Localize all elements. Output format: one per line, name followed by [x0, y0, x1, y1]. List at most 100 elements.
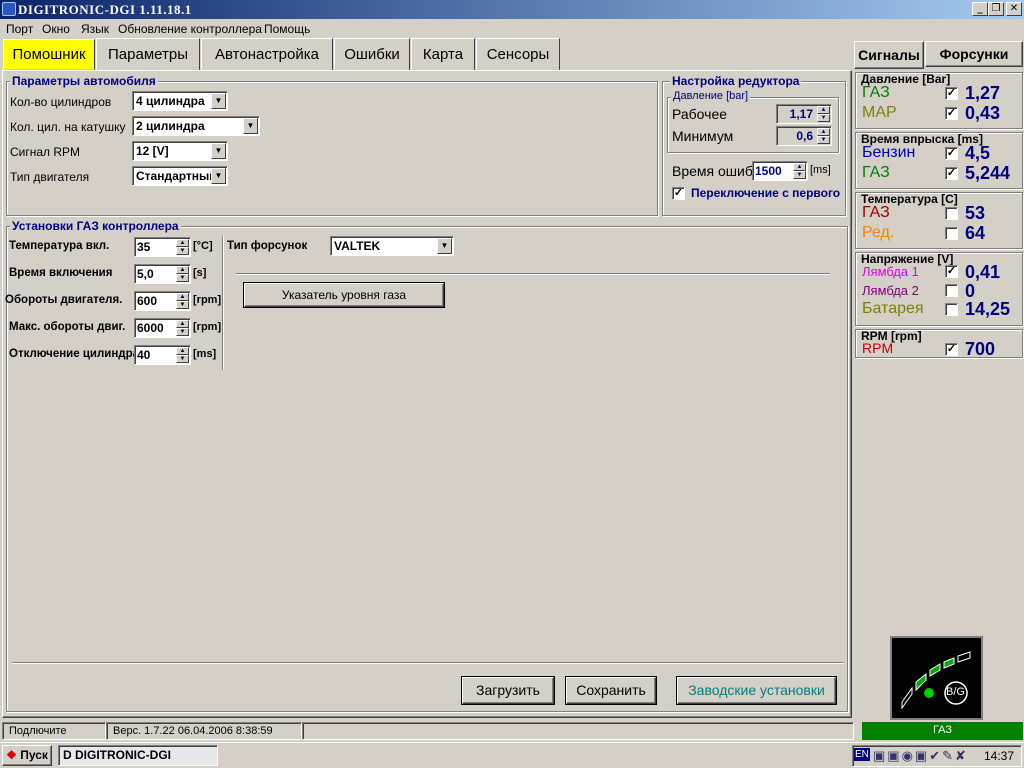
signal-gas-injection-checkbox[interactable]: ✓	[945, 167, 958, 180]
min-pressure-value: 0,6	[796, 129, 813, 143]
signal-map-name: MAP	[862, 104, 897, 121]
language-indicator[interactable]: EN	[854, 748, 870, 761]
temp-on-spin[interactable]: 35 ▲ ▼	[134, 237, 191, 257]
spin-down-icon[interactable]: ▼	[817, 136, 830, 144]
gas-level-indicator-button[interactable]: Указатель уровня газа	[244, 283, 444, 307]
menu-port[interactable]: Порт	[6, 22, 33, 36]
signal-map-checkbox[interactable]: ✓	[945, 107, 958, 120]
start-button[interactable]: ❖ Пуск	[2, 745, 52, 766]
working-pressure-spin[interactable]: 1,17 ▲ ▼	[776, 104, 832, 124]
temp-on-value: 35	[137, 240, 151, 254]
tab-sensors[interactable]: Сенсоры	[476, 38, 560, 71]
tab-assistant[interactable]: Помошник	[3, 39, 95, 70]
cylinders-combo[interactable]: 4 цилиндра ▼	[132, 91, 228, 111]
cyl-cutoff-spin[interactable]: 40 ▲ ▼	[134, 345, 191, 365]
tab-map[interactable]: Карта	[411, 38, 475, 71]
max-rpm-spin[interactable]: 6000 ▲ ▼	[134, 318, 191, 338]
injector-type-combo[interactable]: VALTEK ▼	[330, 236, 454, 256]
pressure-subtitle: Давление [bar]	[671, 90, 751, 102]
rpm-signal-value: 12 [V]	[136, 144, 169, 158]
engine-rpm-label: Обороты двигателя.	[5, 294, 123, 306]
car-params-title: Параметры автомобиля	[10, 74, 158, 88]
spin-up-icon[interactable]: ▲	[176, 239, 189, 247]
coil-cylinders-label: Кол. цил. на катушку	[10, 120, 126, 134]
signal-reducer-temp-value: 64	[965, 223, 986, 243]
spin-down-icon[interactable]: ▼	[176, 355, 189, 363]
spin-down-icon[interactable]: ▼	[176, 274, 189, 282]
menu-help[interactable]: Помощь	[264, 22, 310, 36]
chevron-down-icon[interactable]: ▼	[211, 143, 226, 159]
chevron-down-icon[interactable]: ▼	[211, 93, 226, 109]
signal-lambda1-value: 0,41	[965, 262, 1001, 282]
chevron-down-icon[interactable]: ▼	[437, 238, 452, 254]
gas-controller-title: Установки ГАЗ контроллера	[10, 219, 181, 233]
chevron-down-icon[interactable]: ▼	[243, 118, 258, 134]
rpm-signal-combo[interactable]: 12 [V] ▼	[132, 141, 228, 161]
error-time-spin[interactable]: 1500 ▲ ▼	[752, 161, 808, 181]
tab-errors[interactable]: Ошибки	[334, 38, 410, 71]
spin-up-icon[interactable]: ▲	[176, 266, 189, 274]
switch-first-label: Переключение с первого	[691, 186, 841, 200]
restore-button[interactable]: ❐	[988, 2, 1004, 16]
spin-up-icon[interactable]: ▲	[793, 163, 806, 171]
signal-lambda2-checkbox[interactable]	[945, 284, 958, 297]
close-button[interactable]: ✕	[1006, 2, 1022, 16]
spin-up-icon[interactable]: ▲	[817, 128, 830, 136]
cylinders-value: 4 цилиндра	[136, 94, 205, 108]
separator	[236, 273, 830, 275]
fuel-level-indicator: B/G	[890, 636, 983, 720]
taskbar-app-button[interactable]: D DIGITRONIC-DGI	[58, 745, 218, 766]
coil-cylinders-combo[interactable]: 2 цилиндра ▼	[132, 116, 260, 136]
menu-update-controller[interactable]: Обновление контроллера	[118, 22, 262, 36]
spin-up-icon[interactable]: ▲	[817, 106, 830, 114]
save-button[interactable]: Сохранить	[566, 677, 656, 704]
spin-down-icon[interactable]: ▼	[176, 301, 189, 309]
tray-icons[interactable]: ▣▣◉▣✔✎✘	[873, 748, 968, 764]
load-button[interactable]: Загрузить	[462, 677, 554, 704]
signal-petrol-checkbox[interactable]: ✓	[945, 147, 958, 160]
tab-signals[interactable]: Сигналы	[854, 41, 924, 69]
tab-parameters[interactable]: Параметры	[96, 38, 200, 71]
engine-rpm-value: 600	[137, 294, 158, 308]
on-time-spin[interactable]: 5,0 ▲ ▼	[134, 264, 191, 284]
reducer-title: Настройка редуктора	[670, 74, 802, 88]
engine-rpm-spin[interactable]: 600 ▲ ▼	[134, 291, 191, 311]
signal-lambda2-name: Лямбда 2	[862, 283, 919, 298]
spin-down-icon[interactable]: ▼	[176, 328, 189, 336]
switch-first-checkbox[interactable]: ✓	[672, 187, 685, 200]
error-time-value: 1500	[755, 164, 782, 178]
min-pressure-spin[interactable]: 0,6 ▲ ▼	[776, 126, 832, 146]
minimize-button[interactable]: _	[972, 2, 988, 16]
coil-cylinders-value: 2 цилиндра	[136, 119, 205, 133]
on-time-unit: [s]	[193, 267, 207, 279]
max-rpm-label: Макс. обороты двиг.	[9, 321, 126, 333]
status-empty	[302, 722, 854, 740]
signal-gas-temp-checkbox[interactable]	[945, 207, 958, 220]
signal-reducer-temp-checkbox[interactable]	[945, 227, 958, 240]
menu-language[interactable]: Язык	[81, 22, 109, 36]
spin-down-icon[interactable]: ▼	[176, 247, 189, 255]
temp-on-label: Температура вкл.	[9, 240, 110, 252]
spin-down-icon[interactable]: ▼	[793, 171, 806, 179]
signal-rpm-value: 700	[965, 339, 996, 359]
signal-rpm-checkbox[interactable]: ✓	[945, 343, 958, 356]
chevron-down-icon[interactable]: ▼	[211, 168, 226, 184]
signal-battery-checkbox[interactable]	[945, 303, 958, 316]
spin-up-icon[interactable]: ▲	[176, 347, 189, 355]
signal-gas-injection-value: 5,244	[965, 163, 1011, 183]
tab-injectors[interactable]: Форсунки	[925, 41, 1023, 67]
spin-up-icon[interactable]: ▲	[176, 320, 189, 328]
menu-window[interactable]: Окно	[42, 22, 70, 36]
status-mode: ГАЗ	[862, 722, 1023, 740]
factory-settings-button[interactable]: Заводские установки	[677, 677, 836, 704]
windows-logo-icon: ❖	[6, 748, 17, 762]
signal-lambda1-checkbox[interactable]: ✓	[945, 265, 958, 278]
cylinders-label: Кол-во цилиндров	[10, 95, 112, 109]
signal-gas-pressure-checkbox[interactable]: ✓	[945, 87, 958, 100]
engine-type-combo[interactable]: Стандартный ▼	[132, 166, 228, 186]
signal-lambda1-name: Лямбда 1	[862, 264, 919, 279]
spin-up-icon[interactable]: ▲	[176, 293, 189, 301]
spin-down-icon[interactable]: ▼	[817, 114, 830, 122]
tab-autotune[interactable]: Автонастройка	[201, 38, 333, 71]
engine-rpm-unit: [rpm]	[193, 294, 222, 306]
